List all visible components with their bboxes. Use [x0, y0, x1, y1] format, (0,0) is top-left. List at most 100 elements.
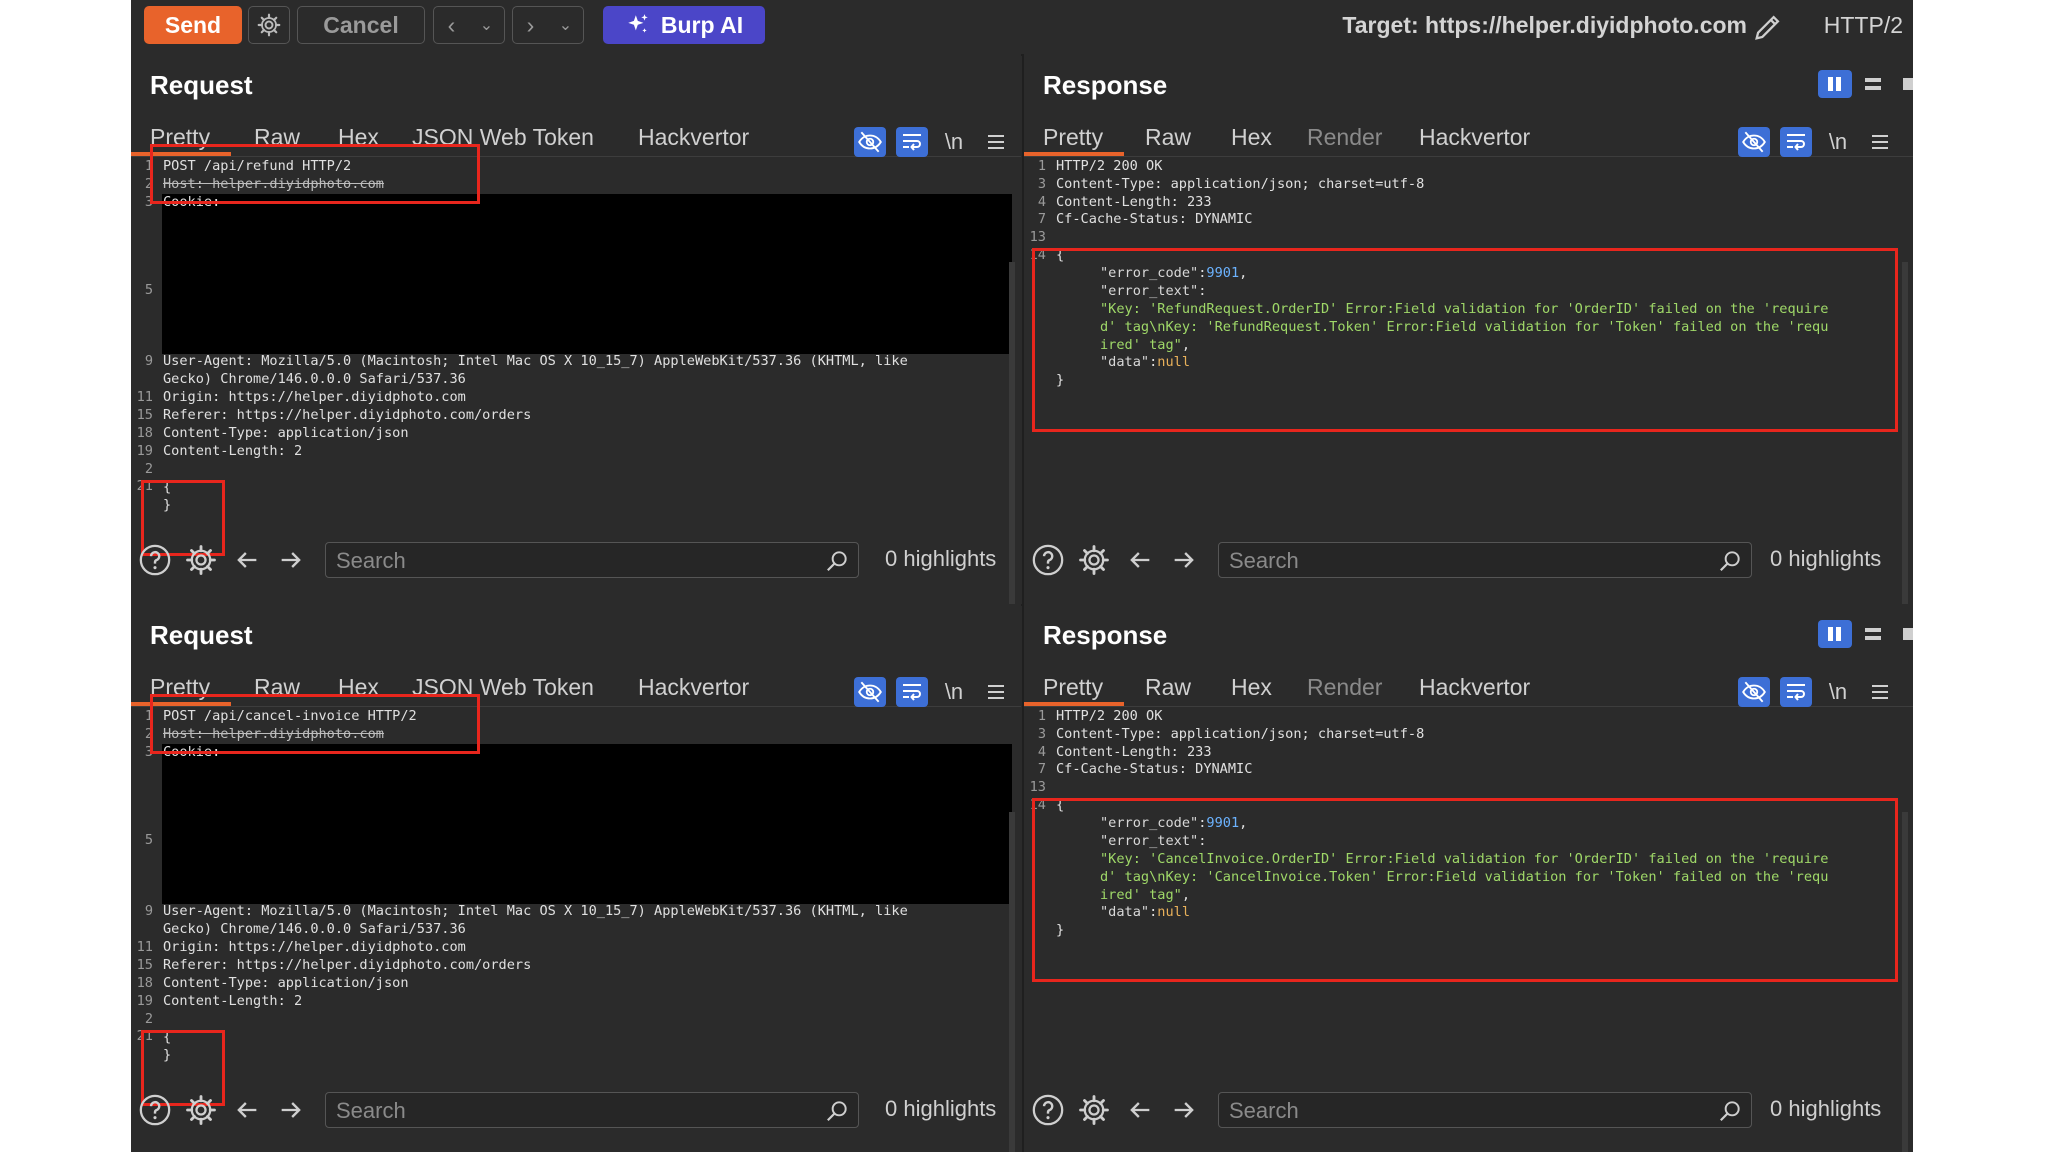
next-match-button[interactable]: [1166, 1092, 1202, 1128]
content-length-header: Content-Length: 2: [163, 993, 303, 1009]
send-settings-button[interactable]: [248, 6, 290, 44]
pane-title: Request: [150, 620, 253, 650]
tab-hackvertor[interactable]: Hackvertor: [1419, 674, 1530, 701]
annotation-box-endpoint: [150, 694, 480, 754]
show-newlines-toggle[interactable]: \n: [1822, 127, 1854, 157]
single-pane-icon: [1903, 78, 1913, 90]
editor-menu-button[interactable]: [1864, 127, 1896, 157]
show-newlines-toggle[interactable]: \n: [938, 127, 970, 157]
burp-ai-button[interactable]: Burp AI: [603, 6, 765, 44]
protocol-label[interactable]: HTTP/2: [1824, 12, 1903, 39]
search-icon[interactable]: [1717, 548, 1743, 574]
tab-hackvertor[interactable]: Hackvertor: [1419, 124, 1530, 151]
line-number: 11: [136, 389, 153, 405]
search-input[interactable]: [1227, 1097, 1701, 1125]
editor-view-options: \n: [854, 676, 1012, 708]
search-settings-button[interactable]: [183, 542, 219, 578]
editor-menu-button[interactable]: [1864, 677, 1896, 707]
previous-match-button[interactable]: [1122, 1092, 1158, 1128]
help-button[interactable]: [1030, 1092, 1066, 1128]
hamburger-menu-icon: [988, 685, 1004, 699]
tab-render[interactable]: Render: [1307, 674, 1382, 701]
user-agent-header: User-Agent: Mozilla/5.0 (Macintosh; Inte…: [163, 353, 908, 369]
request-editor[interactable]: 1 2 3 5 9 11 15 18 19 2 21 POST /api/ref…: [131, 158, 1021, 632]
top-toolbar: Send Cancel ‹ ⌄ › ⌄ Burp AI Target: http…: [131, 0, 1913, 56]
tab-pretty[interactable]: Pretty: [1043, 674, 1103, 701]
line-number: 4: [1037, 193, 1046, 210]
layout-tabbed-button[interactable]: [1894, 620, 1913, 648]
hide-nonprintable-toggle[interactable]: [854, 127, 886, 157]
target-label[interactable]: Target: https://helper.diyidphoto.com: [1342, 12, 1747, 39]
layout-stacked-button[interactable]: [1856, 620, 1890, 648]
next-match-button[interactable]: [273, 542, 309, 578]
tab-hackvertor[interactable]: Hackvertor: [638, 674, 749, 701]
send-button[interactable]: Send: [144, 6, 242, 44]
layout-side-by-side-button[interactable]: [1818, 620, 1852, 648]
search-input[interactable]: [334, 1097, 808, 1125]
tab-hex[interactable]: Hex: [1231, 124, 1272, 151]
arrow-right-icon: [1174, 552, 1194, 568]
search-icon[interactable]: [1717, 1098, 1743, 1124]
chevron-left-icon[interactable]: ‹: [434, 12, 469, 39]
rows-icon: [1865, 628, 1881, 640]
search-settings-button[interactable]: [183, 1092, 219, 1128]
search-icon[interactable]: [824, 548, 850, 574]
previous-match-button[interactable]: [1122, 542, 1158, 578]
request-editor[interactable]: 1 2 3 5 9 11 15 18 19 2 21 POST /api/can…: [131, 708, 1021, 1152]
help-button[interactable]: [1030, 542, 1066, 578]
search-field[interactable]: [325, 542, 859, 578]
history-back-group[interactable]: ‹ ⌄: [433, 6, 505, 44]
word-wrap-toggle[interactable]: [1780, 127, 1812, 157]
burp-ai-label: Burp AI: [660, 11, 744, 38]
previous-match-button[interactable]: [229, 542, 265, 578]
editor-menu-button[interactable]: [980, 677, 1012, 707]
search-input[interactable]: [334, 547, 808, 575]
next-match-button[interactable]: [273, 1092, 309, 1128]
editor-menu-button[interactable]: [980, 127, 1012, 157]
chevron-down-icon[interactable]: ⌄: [548, 15, 583, 35]
help-button[interactable]: [137, 1092, 173, 1128]
history-forward-group[interactable]: › ⌄: [512, 6, 584, 44]
show-newlines-toggle[interactable]: \n: [1822, 677, 1854, 707]
pane-title: Request: [150, 70, 253, 100]
next-match-button[interactable]: [1166, 542, 1202, 578]
search-input[interactable]: [1227, 547, 1701, 575]
content-length-header: Content-Length: 233: [1056, 743, 1212, 760]
show-newlines-toggle[interactable]: \n: [938, 677, 970, 707]
search-icon[interactable]: [824, 1098, 850, 1124]
tab-hex[interactable]: Hex: [1231, 674, 1272, 701]
tab-raw[interactable]: Raw: [1145, 124, 1191, 151]
arrow-left-icon: [1130, 1102, 1150, 1118]
word-wrap-toggle[interactable]: [896, 127, 928, 157]
word-wrap-toggle[interactable]: [1780, 677, 1812, 707]
tab-pretty[interactable]: Pretty: [1043, 124, 1103, 151]
layout-side-by-side-button[interactable]: [1818, 70, 1852, 98]
search-field[interactable]: [1218, 542, 1752, 578]
help-button[interactable]: [137, 542, 173, 578]
search-settings-button[interactable]: [1076, 542, 1112, 578]
hamburger-menu-icon: [1872, 685, 1888, 699]
hide-nonprintable-toggle[interactable]: [1738, 127, 1770, 157]
search-bar: 0 highlights: [1024, 538, 1913, 584]
search-field[interactable]: [325, 1092, 859, 1128]
tab-hackvertor[interactable]: Hackvertor: [638, 124, 749, 151]
tab-render[interactable]: Render: [1307, 124, 1382, 151]
search-settings-button[interactable]: [1076, 1092, 1112, 1128]
hide-nonprintable-toggle[interactable]: [1738, 677, 1770, 707]
chevron-right-icon[interactable]: ›: [513, 12, 548, 39]
previous-match-button[interactable]: [229, 1092, 265, 1128]
layout-stacked-button[interactable]: [1856, 70, 1890, 98]
search-field[interactable]: [1218, 1092, 1752, 1128]
line-number: 11: [136, 939, 153, 955]
tab-raw[interactable]: Raw: [1145, 674, 1191, 701]
chevron-down-icon[interactable]: ⌄: [469, 15, 504, 35]
cancel-button[interactable]: Cancel: [297, 6, 425, 44]
pencil-icon[interactable]: [1751, 10, 1785, 44]
help-icon: [139, 1094, 171, 1126]
user-agent-header-cont: Gecko) Chrome/146.0.0.0 Safari/537.36: [163, 371, 466, 387]
layout-tabbed-button[interactable]: [1894, 70, 1913, 98]
word-wrap-toggle[interactable]: [896, 677, 928, 707]
user-agent-header: User-Agent: Mozilla/5.0 (Macintosh; Inte…: [163, 903, 908, 919]
origin-header: Origin: https://helper.diyidphoto.com: [163, 389, 466, 405]
hide-nonprintable-toggle[interactable]: [854, 677, 886, 707]
